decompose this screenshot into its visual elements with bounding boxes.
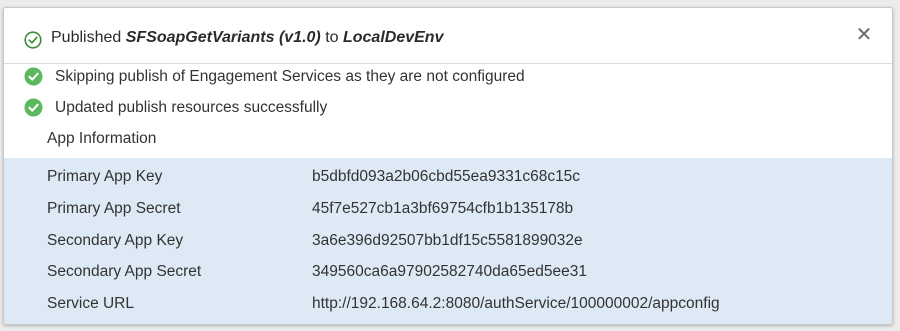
status-message-text: Skipping publish of Engagement Services … (55, 68, 525, 85)
info-row-primary-app-secret: Primary App Secret 45f7e527cb1a3bf69754c… (4, 194, 892, 224)
info-value[interactable]: 349560ca6a97902582740da65ed5ee31 (312, 263, 587, 281)
info-key: Secondary App Secret (47, 263, 202, 280)
publish-result-dialog: Published SFSoapGetVariants (v1.0) to Lo… (3, 7, 893, 325)
environment-name: LocalDevEnv (342, 29, 444, 46)
status-message-text: Updated publish resources successfully (55, 99, 328, 116)
title-prefix: Published (51, 29, 126, 46)
info-row-primary-app-key: Primary App Key b5dbfd093a2b06cbd55ea933… (4, 162, 892, 192)
info-value[interactable]: 45f7e527cb1a3bf69754cfb1b135178b (312, 200, 573, 218)
check-circle-icon (24, 67, 43, 86)
info-row-secondary-app-secret: Secondary App Secret 349560ca6a979025827… (4, 257, 892, 287)
close-icon[interactable]: ✕ (854, 25, 874, 45)
app-information-heading: App Information (47, 130, 157, 147)
info-row-service-url: Service URL http://192.168.64.2:8080/aut… (4, 289, 892, 319)
dialog-title: Published SFSoapGetVariants (v1.0) to Lo… (51, 29, 443, 47)
info-value[interactable]: 3a6e396d92507bb1df15c5581899032e (312, 232, 583, 250)
app-information-table: Primary App Key b5dbfd093a2b06cbd55ea933… (4, 158, 892, 324)
status-message: Skipping publish of Engagement Services … (4, 65, 892, 89)
info-key: Primary App Secret (47, 200, 181, 217)
dialog-header: Published SFSoapGetVariants (v1.0) to Lo… (4, 8, 892, 64)
app-name: SFSoapGetVariants (v1.0) (125, 29, 321, 46)
info-value[interactable]: b5dbfd093a2b06cbd55ea9331c68c15c (312, 168, 580, 186)
check-circle-outline-icon (24, 31, 42, 49)
info-value[interactable]: http://192.168.64.2:8080/authService/100… (312, 295, 720, 313)
check-circle-icon (24, 98, 43, 117)
title-middle: to (320, 29, 343, 46)
info-row-secondary-app-key: Secondary App Key 3a6e396d92507bb1df15c5… (4, 226, 892, 256)
status-message: Updated publish resources successfully (4, 96, 892, 120)
info-key: Primary App Key (47, 168, 163, 185)
info-key: Service URL (47, 295, 134, 312)
info-key: Secondary App Key (47, 232, 184, 249)
